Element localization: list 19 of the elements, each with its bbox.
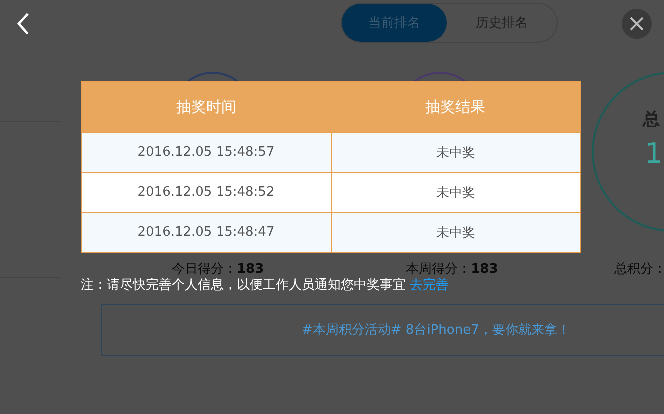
close-button[interactable] — [622, 9, 652, 39]
table-cell: 2016.12.05 15:48:52 — [82, 172, 331, 212]
table-cell: 未中奖 — [331, 212, 580, 252]
column-header: 抽奖时间 — [82, 82, 331, 132]
notice-text: 注：请尽快完善个人信息，以便工作人员通知您中奖事宜 去完善 — [81, 277, 450, 294]
activity-banner[interactable]: #本周积分活动# 8台iPhone7，要你就来拿！ — [101, 304, 664, 356]
score-text: 今日得分：183 — [172, 262, 264, 278]
ranking-tab[interactable]: 当前排名 — [342, 4, 447, 42]
score-text: 总积分： — [614, 262, 664, 278]
table-cell: 2016.12.05 15:48:57 — [82, 132, 331, 172]
total-value: 1 — [645, 137, 663, 170]
table-cell: 未中奖 — [331, 172, 580, 212]
complete-info-link[interactable]: 去完善 — [410, 278, 450, 293]
table-cell: 2016.12.05 15:48:47 — [82, 212, 331, 252]
column-header: 抽奖结果 — [331, 82, 580, 132]
table-cell: 未中奖 — [331, 132, 580, 172]
close-icon — [630, 17, 644, 31]
back-icon[interactable] — [16, 12, 32, 36]
score-text: 本周得分：183 — [406, 262, 498, 278]
